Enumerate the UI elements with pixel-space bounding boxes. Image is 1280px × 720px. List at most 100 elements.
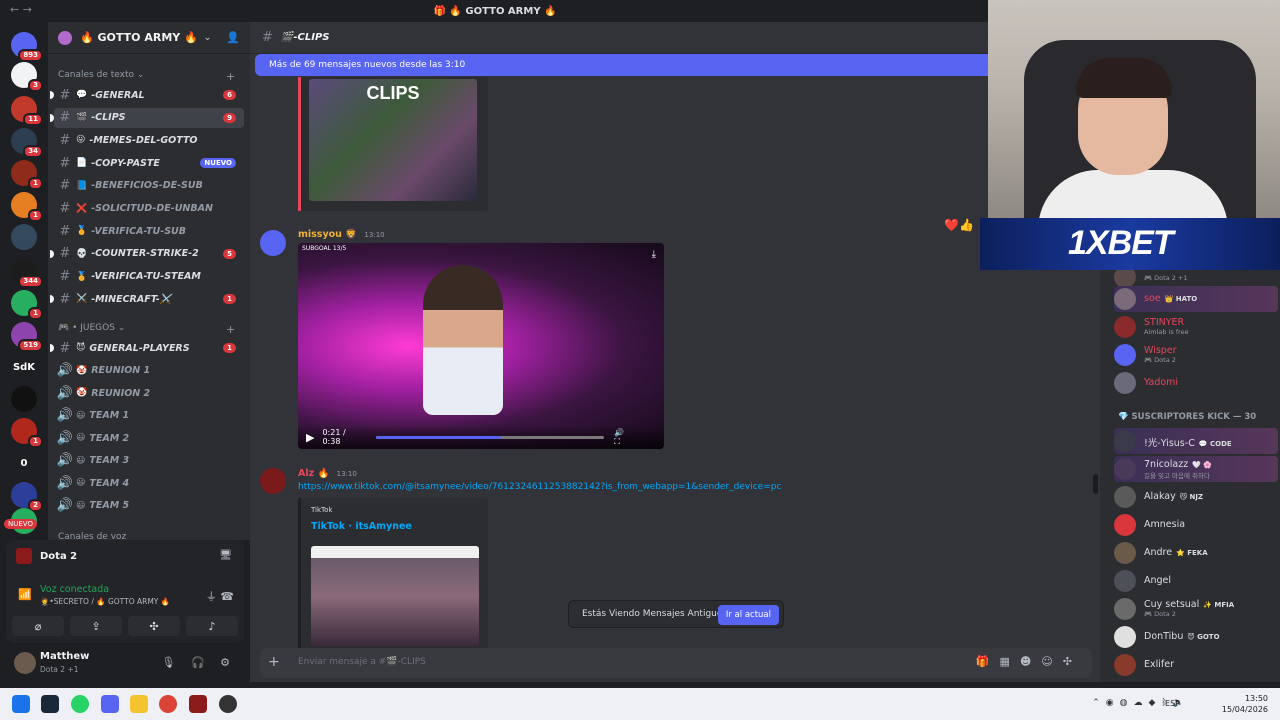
new-messages-bar[interactable]: Más de 69 mensajes nuevos desde las 3:10	[255, 54, 995, 76]
channel-item[interactable]: # 😈 GENERAL-PLAYERS 1	[50, 338, 244, 358]
member-item[interactable]: DonTibu 😈 GOTO	[1114, 624, 1278, 650]
member-item[interactable]: Cuy setsual ✨ MFIA 🎮 Dota 2	[1114, 596, 1278, 622]
embed-title[interactable]: TikTok · itsAmynee	[311, 521, 412, 532]
member-item[interactable]: !光-Yisus-C 💬 CODE	[1114, 428, 1278, 454]
channel-item[interactable]: # 😜 -MEMES-DEL-GOTTO	[54, 130, 244, 150]
member-item[interactable]: 7nicolazz 🤍 🌸 길을 잊고 마음에 취하다	[1114, 456, 1278, 482]
channel-item[interactable]: # 📘 -BENEFICIOS-DE-SUB	[54, 176, 244, 196]
whatsapp-icon[interactable]	[71, 695, 89, 713]
server-icon[interactable]: 0	[11, 450, 37, 476]
channel-item[interactable]: # ❌ -SOLICITUD-DE-UNBAN	[54, 199, 244, 219]
avatar[interactable]	[260, 230, 286, 256]
channel-item[interactable]: # 📄 -COPY-PASTE NUEVO	[54, 153, 244, 173]
server-icon[interactable]: 1	[11, 160, 43, 190]
app-icon[interactable]	[219, 695, 237, 713]
clip-thumbnail[interactable]: CLIPS	[309, 79, 477, 201]
activity-game[interactable]: Dota 2	[16, 548, 77, 564]
dota-icon[interactable]	[189, 695, 207, 713]
windows-start-icon[interactable]	[12, 695, 30, 713]
play-icon[interactable]: ▶	[306, 431, 314, 444]
jump-to-present-button[interactable]: Ir al actual	[717, 605, 779, 625]
voice-status[interactable]: Voz conectada	[40, 584, 109, 595]
member-item[interactable]: Wisper 🎮 Dota 2	[1114, 342, 1278, 368]
channel-item[interactable]: 🔊 🤡 REUNION 1	[54, 361, 244, 381]
user-name[interactable]: Matthew	[40, 651, 89, 662]
server-icon[interactable]: 893	[11, 32, 43, 62]
previous-embed[interactable]: CLIPS	[298, 77, 488, 211]
embed-thumbnail[interactable]	[311, 546, 479, 646]
server-icon[interactable]: 2	[11, 482, 43, 512]
chrome-icon[interactable]	[159, 695, 177, 713]
message-link[interactable]: https://www.tiktok.com/@itsamynee/video/…	[298, 482, 781, 492]
server-icon[interactable]: SdK	[11, 354, 37, 380]
server-icon[interactable]: 34	[11, 128, 43, 158]
member-item[interactable]: soe 👑 HATO	[1114, 286, 1278, 312]
channel-item[interactable]: 🔊 😃 TEAM 4	[54, 473, 244, 493]
video-player[interactable]: SUBGOAL 13/5 ⤓ ▶ 0:21 / 0:38 🔊 ⛶	[298, 243, 664, 449]
message-author[interactable]: Alz 🔥 13:10	[298, 468, 357, 479]
channel-item[interactable]: # 💀 -COUNTER-STRIKE-2 5	[50, 244, 244, 264]
signal-icon[interactable]: 📶	[18, 588, 32, 601]
channel-item[interactable]: 🔊 🤡 REUNION 2	[54, 383, 244, 403]
folder-icon[interactable]	[130, 695, 148, 713]
discord-icon[interactable]	[101, 695, 119, 713]
channel-item[interactable]: # 🏅 -VERIFICA-TU-STEAM	[54, 267, 244, 287]
camera-off-button[interactable]: ⌀	[12, 616, 64, 636]
category-voice[interactable]: Canales de voz	[58, 532, 126, 540]
channel-item[interactable]: 🔊 😃 TEAM 1	[54, 406, 244, 426]
server-icon[interactable]: 1	[11, 290, 43, 320]
attach-icon[interactable]: +	[268, 654, 280, 670]
activities-button[interactable]: ✣	[128, 616, 180, 636]
avatar[interactable]	[260, 468, 286, 494]
member-item[interactable]: Exlifer	[1114, 652, 1278, 678]
server-icon[interactable]: 1	[11, 192, 43, 222]
add-channel-icon[interactable]: +	[226, 323, 235, 336]
channel-item[interactable]: # 💬 -GENERAL 6	[50, 85, 244, 105]
scrollbar[interactable]	[1093, 474, 1098, 494]
download-icon[interactable]: ⤓	[652, 249, 656, 260]
server-icon[interactable]	[11, 224, 37, 250]
server-icon[interactable]: 11	[11, 96, 43, 126]
composer-placeholder[interactable]: Enviar mensaje a #🎬-CLIPS	[298, 657, 426, 667]
member-item[interactable]: Angel	[1114, 568, 1278, 594]
channel-item[interactable]: # ⚔️ -MINECRAFT-⚔️ 1	[50, 289, 244, 309]
composer-tools[interactable]: 🎁▦☻☺✣	[976, 655, 1082, 668]
add-channel-icon[interactable]: +	[226, 70, 235, 83]
share-screen-button[interactable]: ⇪	[70, 616, 122, 636]
reaction-bar[interactable]: ❤️👍	[944, 218, 974, 232]
member-item[interactable]: Andre ⭐ FEKA	[1114, 540, 1278, 566]
category-label: Canales de voz	[58, 532, 127, 540]
clock[interactable]: 13:50 15/04/2026	[1222, 693, 1268, 715]
voice-channel-name[interactable]: 🤵•SECRETO / 🔥 GOTTO ARMY 🔥	[40, 597, 170, 606]
member-item[interactable]: Yadomi	[1114, 370, 1278, 396]
user-controls[interactable]: 🎙 🎧 ⚙	[161, 656, 236, 669]
message-composer[interactable]: + Enviar mensaje a #🎬-CLIPS 🎁▦☻☺✣	[260, 648, 1092, 678]
category-text[interactable]: Canales de texto ⌄ +	[58, 70, 235, 83]
channel-item[interactable]: # 🏅 -VERIFICA-TU-SUB	[54, 221, 244, 241]
server-icon[interactable]: 3	[11, 62, 43, 92]
server-icon[interactable]: 519	[11, 322, 43, 352]
member-item[interactable]: Alakay 😼 NJZ	[1114, 484, 1278, 510]
video-actions[interactable]: 🔊 ⛶	[614, 428, 656, 447]
guild-header[interactable]: 🔥 GOTTO ARMY 🔥 ⌄ 👤	[48, 22, 250, 54]
soundboard-button[interactable]: ♪	[186, 616, 238, 636]
server-icon[interactable]: 1	[11, 418, 43, 448]
screen-share-icon[interactable]: 🖥	[219, 550, 232, 561]
server-icon[interactable]	[11, 386, 37, 412]
message-author[interactable]: missyou 🦁 13:10	[298, 229, 385, 240]
channel-item[interactable]: 🔊 😃 TEAM 2	[54, 428, 244, 448]
category-games[interactable]: 🎮 • JUEGOS ⌄ +	[58, 323, 235, 336]
video-progress-bar[interactable]	[375, 435, 605, 439]
channel-name: TEAM 3	[89, 455, 130, 466]
disconnect-icon[interactable]: ⏚ ☎	[206, 588, 234, 604]
member-item[interactable]: STINYER Aimlab is free	[1114, 314, 1278, 340]
invite-icon[interactable]: 👤	[226, 31, 240, 44]
channel-item[interactable]: # 🎬 -CLIPS 9	[50, 107, 244, 128]
avatar[interactable]	[14, 652, 36, 674]
member-item[interactable]: Amnesia	[1114, 512, 1278, 538]
channel-item[interactable]: 🔊 😃 TEAM 3	[54, 451, 244, 471]
channel-item[interactable]: 🔊 😃 TEAM 5	[54, 496, 244, 516]
language-indicator[interactable]: ESP	[1165, 699, 1180, 708]
steam-icon[interactable]	[41, 695, 59, 713]
server-icon[interactable]: 344	[11, 258, 43, 288]
